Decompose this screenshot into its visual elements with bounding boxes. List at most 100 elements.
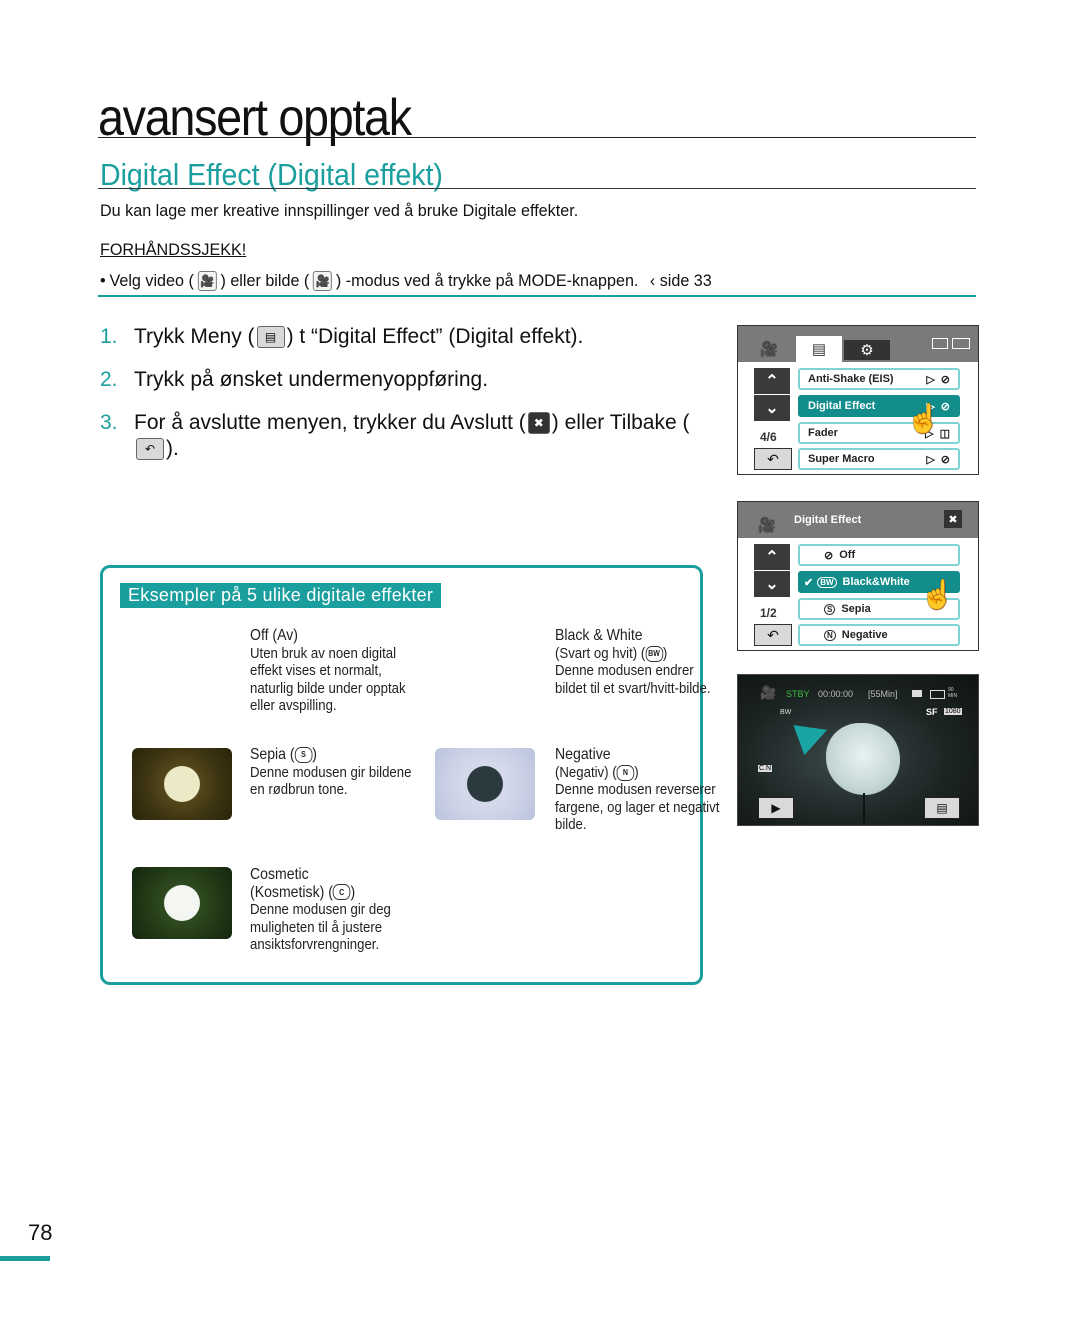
digital-effect-icon: ⊘ [940,400,950,413]
timecode: 00:00:00 [818,689,854,699]
example-black-white: Black & White (Svart og hvit) (BW) Denne… [555,627,722,697]
sepia-icon: S [824,603,836,615]
tab-menu[interactable]: ▤ [796,336,842,362]
example-title: Negative [555,746,611,763]
step-text: Trykk på ønsket undermenyoppføring. [134,368,489,391]
off-icon: ⊘ [824,549,834,562]
scroll-up-button[interactable]: ⌃ [754,544,790,570]
precheck-text-2: ) eller bilde ( [220,271,310,290]
example-off: Off (Av) Uten bruk av noen digital effek… [250,627,417,715]
cosmetic-thumbnail [132,867,232,939]
menu-icon: ▤ [256,326,285,349]
example-desc: Denne modusen gir bildene en rødbrun ton… [250,763,412,799]
battery-icon [930,690,945,699]
precheck-item: • Velg video ( 🎥 ) eller bilde ( 🎥 ) -mo… [100,270,712,292]
step-number: 1. [100,325,118,348]
camera-mode-icon: 🎥 [760,685,777,700]
example-title: Sepia ( [250,746,295,763]
chapter-title: avansert opptak [98,89,412,147]
bw-effect-icon: BW [645,645,663,662]
precheck-text-3: ) -modus ved å trykke på MODE-knappen. [335,271,639,290]
negative-effect-icon: N [616,764,635,781]
example-title: Cosmetic [250,866,309,883]
step-number: 3. [100,411,118,434]
section-divider [98,188,976,189]
example-cosmetic: Cosmetic (Kosmetisk) (C) Denne modusen g… [250,866,417,954]
bw-icon: BW [817,576,837,588]
status-icons [932,338,970,349]
precheck-divider [98,295,976,297]
scroll-down-button[interactable]: ⌄ [754,571,790,597]
submenu-title: Digital Effect [794,514,862,526]
precheck-text-1: Velg video ( [109,271,194,290]
step-3: 3. For å avslutte menyen, trykker du Avs… [100,410,694,462]
menu-item-super-macro[interactable]: Super Macro ▷ ⊘ [798,448,960,470]
back-button[interactable]: ↶ [754,624,792,646]
option-off[interactable]: ⊘ Off [798,544,960,566]
tab-settings[interactable]: ⚙ [844,340,890,360]
anti-shake-icon: ⊘ [940,373,950,386]
example-sepia: Sepia (S) Denne modusen gir bildene en r… [250,746,417,799]
option-negative[interactable]: N Negative [798,624,960,646]
example-title: Black & White [555,627,643,644]
page-reference[interactable]: ‹ side 33 [650,270,712,292]
example-desc: Denne modusen reverserer fargene, og lag… [555,781,720,833]
scroll-up-button[interactable]: ⌃ [754,368,790,394]
remaining-time: [55Min] [868,689,898,699]
back-icon: ↶ [136,438,164,461]
battery-time: 90 MIN [948,687,958,699]
step-text: ). [166,437,179,460]
resolution-badge: 1080 [944,708,962,715]
bullet: • [100,271,106,290]
sepia-effect-icon: S [294,746,313,763]
video-mode-icon: 🎥 [197,271,217,291]
step-2: 2. Trykk på ønsket undermenyoppføring. [100,367,694,393]
step-text: For å avslutte menyen, trykker du Avslut… [134,411,526,434]
menu-button[interactable]: ▤ [924,797,960,819]
example-desc: Uten bruk av noen digital effekt vises e… [250,644,406,715]
camera-mode-icon: 🎥 [757,517,777,534]
super-macro-icon: ⊘ [940,453,950,466]
scroll-down-button[interactable]: ⌄ [754,395,790,421]
flower-image [826,723,900,795]
negative-icon: N [824,629,836,641]
step-text: Trykk Meny ( [134,325,255,348]
negative-thumbnail [435,748,535,820]
example-desc: Denne modusen endrer bildet til et svart… [555,662,711,697]
photo-mode-icon: 🎥 [313,271,333,291]
step-text: ) t “Digital Effect” (Digital effekt). [286,325,584,348]
playback-button[interactable]: ▶ [758,797,794,819]
chapter-divider [98,137,976,138]
precheck-title: FORHÅNDSSJEKK! [100,240,247,259]
exit-button[interactable]: ✖ [944,510,962,528]
example-desc: Denne modusen gir deg muligheten til å j… [250,901,391,953]
menu-screen: 🎥 ▤ ⚙ ⌃ ⌄ 4/6 ↶ Anti-Shake (EIS) ▷ ⊘ Digi… [737,325,979,475]
page-counter: 4/6 [760,430,777,444]
battery-icon [952,338,970,349]
fader-icon: ◫ [939,427,950,440]
examples-banner: Eksempler på 5 ulike digitale effekter [120,583,442,608]
status-stby: STBY [786,689,810,699]
hand-pointer-icon: ☝ [906,403,941,434]
cn-badge: C.N [758,765,773,772]
step-1: 1. Trykk Meny (▤) t “Digital Effect” (Di… [100,324,694,350]
submenu-header: 🎥 Digital Effect ✖ [738,502,978,538]
camera-mode-icon[interactable]: 🎥 [746,336,792,362]
cosmetic-effect-icon: C [332,884,351,901]
back-button[interactable]: ↶ [754,448,792,470]
digital-effect-screen: 🎥 Digital Effect ✖ ⌃ ⌄ 1/2 ↶ ⊘ Off ✔ BW Bla… [737,501,979,651]
card-icon [912,690,922,697]
step-number: 2. [100,368,118,391]
arrow-right-icon: ▷ [926,373,935,386]
effect-badge: BW [780,709,792,716]
hand-pointer-icon: ☝ [920,579,955,610]
exit-icon: ✖ [527,412,550,435]
page-counter: 1/2 [760,606,777,620]
example-title: Off (Av) [250,627,298,644]
steps-list: 1. Trykk Meny (▤) t “Digital Effect” (Di… [100,324,694,479]
menu-item-anti-shake[interactable]: Anti-Shake (EIS) ▷ ⊘ [798,368,960,390]
page-marker [0,1256,50,1261]
menu-screen-header: 🎥 ▤ ⚙ [738,326,978,362]
example-negative: Negative (Negativ) (N) Denne modusen rev… [555,746,722,834]
intro-text: Du kan lage mer kreative innspillinger v… [100,201,579,220]
